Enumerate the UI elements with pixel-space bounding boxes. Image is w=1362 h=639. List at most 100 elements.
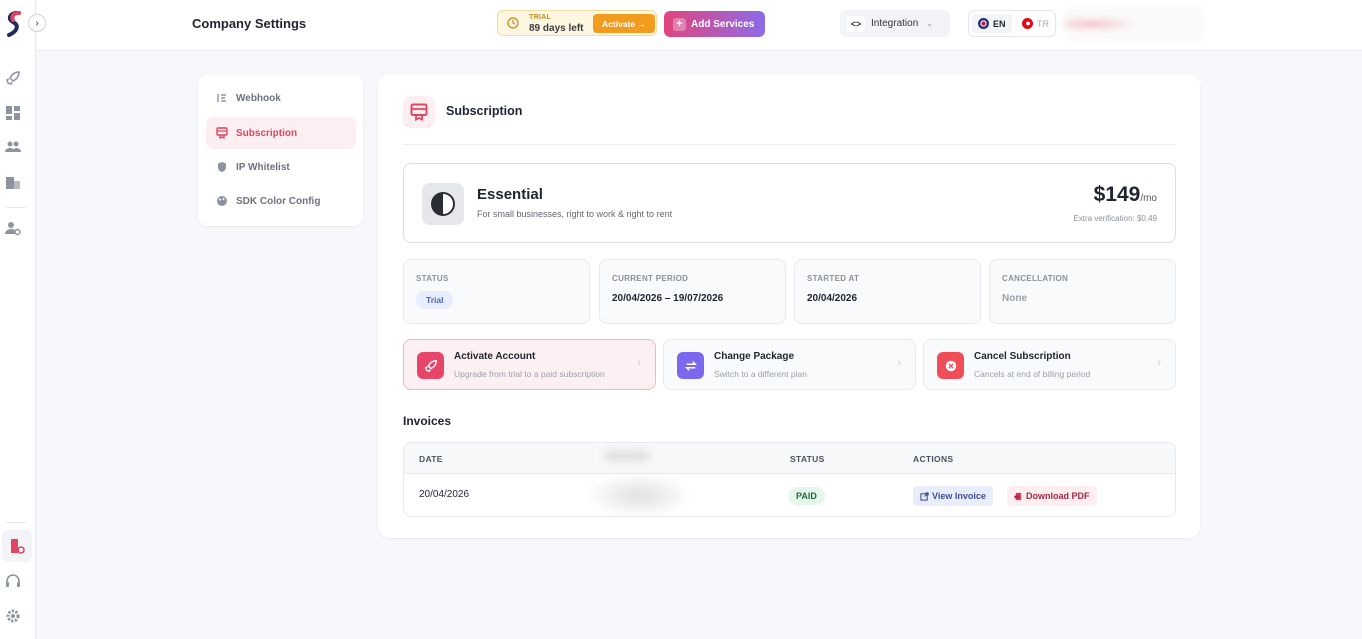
lang-tr-button[interactable]: TR (1016, 14, 1049, 33)
stat-current-period: CURRENT PERIOD 20/04/2026 – 19/07/2026 (599, 259, 786, 324)
plan-description: For small businesses, right to work & ri… (477, 209, 673, 219)
trial-label: TRIAL (529, 14, 552, 21)
rail-divider (6, 207, 26, 208)
gear-icon (6, 609, 20, 623)
rail-item-user-settings[interactable] (4, 219, 22, 237)
price-period: /mo (1140, 193, 1157, 204)
extra-verification-price: Extra verification: $0.49 (1073, 214, 1157, 223)
subscription-icon (410, 103, 428, 121)
stat-started-at: STARTED AT 20/04/2026 (794, 259, 981, 324)
subscription-panel: Subscription Essential For small busines… (378, 74, 1200, 538)
action-title: Activate Account (454, 351, 536, 362)
app-logo[interactable] (6, 11, 22, 37)
rail-item-company-settings[interactable] (2, 530, 32, 562)
rail-item-company[interactable] (4, 173, 22, 191)
menu-item-label: Webhook (236, 92, 281, 104)
activate-account-card[interactable]: Activate Account Upgrade from trial to a… (403, 339, 656, 390)
menu-item-label: SDK Color Config (236, 195, 321, 207)
action-title: Cancel Subscription (974, 351, 1071, 362)
plan-name: Essential (477, 186, 543, 203)
lang-en-label: EN (993, 18, 1006, 29)
external-link-icon (920, 491, 929, 501)
cancel-icon (937, 352, 964, 379)
menu-item-sdk-color-config[interactable]: SDK Color Config (206, 185, 356, 217)
headset-icon (6, 574, 20, 587)
rocket-icon (417, 352, 444, 379)
chevron-right-icon: › (897, 357, 901, 369)
plan-icon (422, 183, 464, 225)
half-circle-icon (431, 192, 455, 216)
rocket-icon (6, 71, 20, 85)
activate-button[interactable]: Activate → (593, 14, 655, 33)
paid-badge: PAID (788, 487, 825, 505)
app-sidebar: › (0, 0, 46, 639)
menu-item-webhook[interactable]: Webhook (206, 82, 356, 114)
stat-label: STATUS (416, 274, 449, 283)
invoices-table: DATE STATUS ACTIONS 20/04/2026 PAID View… (403, 442, 1176, 517)
integration-label: Integration (871, 18, 919, 29)
webhook-icon (217, 94, 226, 102)
tr-flag-icon (1022, 18, 1033, 29)
building-icon (6, 177, 20, 189)
trial-days: 89 days left (529, 23, 584, 34)
user-gear-icon (5, 222, 21, 236)
user-menu[interactable] (1064, 6, 1204, 42)
rail-item-settings[interactable] (4, 607, 22, 625)
menu-item-label: IP Whitelist (236, 161, 290, 173)
expand-sidebar-button[interactable]: › (28, 14, 46, 32)
clock-icon (507, 17, 519, 29)
menu-item-subscription[interactable]: Subscription (206, 117, 356, 149)
language-switcher: EN TR (968, 10, 1056, 37)
subscription-header-icon (403, 96, 435, 128)
action-subtitle: Cancels at end of billing period (974, 369, 1091, 379)
add-services-button[interactable]: + Add Services (664, 11, 765, 37)
cancel-subscription-card[interactable]: Cancel Subscription Cancels at end of bi… (923, 339, 1176, 390)
chevron-down-icon: ⌄ (926, 19, 933, 28)
chevron-right-icon: › (637, 357, 641, 369)
company-settings-icon (11, 539, 25, 554)
panel-title: Subscription (446, 104, 523, 118)
rail-item-rocket[interactable] (4, 69, 22, 87)
shield-icon (218, 162, 226, 172)
menu-item-label: Subscription (236, 127, 298, 139)
view-invoice-button[interactable]: View Invoice (913, 486, 993, 506)
redacted-column (604, 451, 649, 461)
stat-value: None (1002, 293, 1027, 304)
column-date: DATE (419, 454, 443, 464)
action-subtitle: Switch to a different plan (714, 369, 807, 379)
table-header: DATE STATUS ACTIONS (404, 443, 1175, 474)
users-icon (5, 141, 21, 152)
invoice-date: 20/04/2026 (419, 489, 470, 500)
rail-item-support[interactable] (4, 572, 22, 590)
stat-label: CANCELLATION (1002, 274, 1069, 283)
menu-item-ip-whitelist[interactable]: IP Whitelist (206, 151, 356, 183)
uk-flag-icon (978, 18, 989, 29)
rail-divider (6, 522, 26, 523)
trial-banner: TRIAL 89 days left Activate → (497, 10, 657, 36)
subscription-icon (216, 127, 228, 139)
add-services-label: Add Services (691, 18, 755, 30)
download-pdf-label: Download PDF (1026, 491, 1090, 501)
chevron-right-icon: › (35, 17, 39, 29)
dashboard-icon (6, 106, 20, 120)
price-amount: $149 (1093, 183, 1141, 206)
column-actions: ACTIONS (913, 454, 954, 464)
download-pdf-button[interactable]: Download PDF (1007, 486, 1097, 506)
action-title: Change Package (714, 351, 795, 362)
rail-item-users[interactable] (4, 138, 22, 156)
lang-en-button[interactable]: EN (972, 14, 1012, 33)
palette-icon (217, 196, 227, 206)
stat-label: CURRENT PERIOD (612, 274, 689, 283)
view-invoice-label: View Invoice (932, 491, 986, 501)
stat-status: STATUS Trial (403, 259, 590, 324)
integration-dropdown[interactable]: <> Integration ⌄ (840, 10, 950, 37)
plus-icon: + (673, 17, 686, 31)
top-header: Company Settings TRIAL 89 days left Acti… (37, 0, 1362, 51)
lang-tr-label: TR (1037, 18, 1049, 29)
page-title: Company Settings (192, 16, 307, 31)
rail-item-dashboard[interactable] (4, 104, 22, 122)
plan-card: Essential For small businesses, right to… (403, 163, 1176, 243)
action-subtitle: Upgrade from trial to a paid subscriptio… (454, 369, 605, 379)
change-package-card[interactable]: Change Package Switch to a different pla… (663, 339, 916, 390)
plan-price: $149/mo (1094, 183, 1157, 207)
